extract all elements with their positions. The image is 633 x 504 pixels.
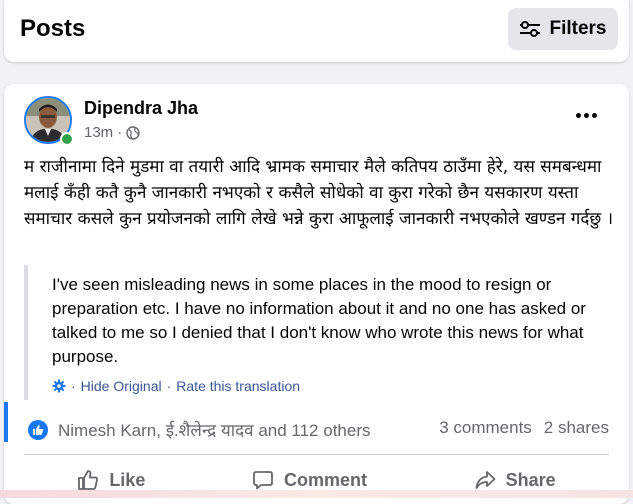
link-separator: ·: [166, 378, 172, 394]
globe-icon[interactable]: [126, 125, 140, 140]
comment-icon: [253, 471, 273, 490]
like-reaction-icon: [28, 419, 48, 440]
translation-box: I've seen misleading news in some places…: [24, 265, 613, 400]
more-options-button[interactable]: [572, 106, 600, 124]
divider: [24, 454, 609, 455]
like-label: Like: [109, 469, 146, 490]
comments-count[interactable]: 3 comments: [439, 418, 532, 438]
reactions-summary[interactable]: Nimesh Karn, ई.शैलेन्द्र यादव and 112 ot…: [28, 418, 371, 441]
dot-icon: [575, 112, 581, 118]
comment-label: Comment: [283, 469, 367, 490]
filters-label: Filters: [549, 18, 607, 39]
translation-text: I've seen misleading news in some places…: [52, 275, 586, 366]
meta-separator: ·: [117, 124, 123, 141]
author-name[interactable]: Dipendra Jha: [84, 98, 198, 119]
dot-icon: [591, 112, 597, 118]
post-meta: 13m ·: [84, 124, 140, 141]
online-status-indicator: [60, 132, 74, 146]
share-label: Share: [505, 469, 556, 490]
post-timestamp[interactable]: 13m: [84, 124, 113, 141]
page-title: Posts: [20, 15, 86, 42]
post-body: म राजीनामा दिने मुडमा वा तयारी आदि भ्राम…: [24, 157, 614, 229]
post-card: Dipendra Jha 13m · म राजीनामा दिने मुडमा…: [4, 84, 629, 504]
shares-count[interactable]: 2 shares: [544, 418, 609, 438]
reactions-text: Nimesh Karn, ई.शैलेन्द्र यादव and 112 ot…: [58, 421, 371, 440]
dot-icon: [583, 112, 589, 118]
accent-bar: [4, 402, 8, 442]
link-separator: ·: [71, 378, 76, 394]
filters-button[interactable]: Filters: [508, 8, 618, 50]
thumbs-up-icon: [78, 470, 99, 490]
engagement-counts: 3 comments 2 shares: [439, 418, 609, 438]
page-bottom-edge: [0, 490, 633, 498]
sliders-icon: [520, 21, 541, 37]
gear-icon: [52, 379, 66, 393]
share-icon: [475, 471, 496, 489]
rate-translation-link[interactable]: Rate this translation: [176, 378, 300, 394]
posts-header: Posts Filters: [4, 0, 629, 62]
translation-links: · Hide Original · Rate this translation: [52, 378, 300, 394]
hide-original-link[interactable]: Hide Original: [81, 378, 162, 394]
